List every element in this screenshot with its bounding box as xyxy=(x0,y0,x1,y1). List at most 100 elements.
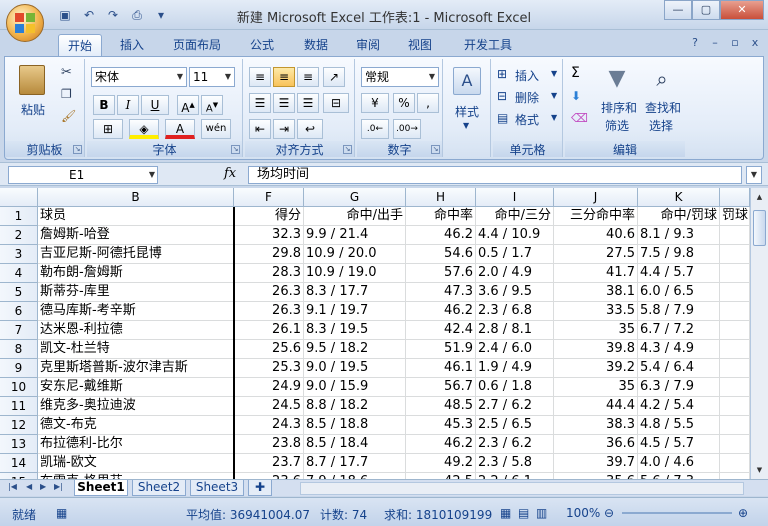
zoom-slider[interactable] xyxy=(622,512,732,514)
styles-button-label[interactable]: 样式 xyxy=(455,103,479,120)
table-cell[interactable]: 46.1 xyxy=(406,359,476,378)
table-cell[interactable]: 46.2 xyxy=(406,226,476,245)
vertical-scrollbar[interactable]: ▲ ▼ xyxy=(750,188,768,479)
fill-color-icon[interactable]: ◈ xyxy=(129,119,159,139)
table-cell[interactable]: 41.7 xyxy=(554,264,638,283)
table-cell[interactable]: 46.2 xyxy=(406,302,476,321)
table-cell[interactable] xyxy=(720,321,750,340)
table-cell[interactable]: 3.6 / 9.5 xyxy=(476,283,554,302)
column-header-g[interactable]: G xyxy=(304,188,406,207)
merge-center-icon[interactable]: ⊟ xyxy=(323,93,349,113)
table-cell[interactable] xyxy=(720,359,750,378)
table-cell[interactable]: 26.3 xyxy=(234,302,304,321)
find-select-label[interactable]: 查找和 xyxy=(645,99,681,116)
row-header[interactable]: 10 xyxy=(0,378,38,397)
header-cell[interactable]: 罚球 xyxy=(720,207,750,226)
table-cell[interactable]: 7.5 / 9.8 xyxy=(638,245,720,264)
table-cell[interactable]: 9.1 / 19.7 xyxy=(304,302,406,321)
column-header-l[interactable] xyxy=(720,188,750,207)
table-cell[interactable]: 9.0 / 19.5 xyxy=(304,359,406,378)
column-header-b[interactable]: B xyxy=(38,188,234,207)
table-cell[interactable]: 40.6 xyxy=(554,226,638,245)
table-cell[interactable]: 25.3 xyxy=(234,359,304,378)
table-cell[interactable] xyxy=(720,340,750,359)
align-right-icon[interactable]: ☰ xyxy=(297,93,319,113)
table-cell[interactable]: 10.9 / 20.0 xyxy=(304,245,406,264)
row-header[interactable]: 12 xyxy=(0,416,38,435)
restore-icon[interactable]: ▫ xyxy=(728,36,742,50)
comma-icon[interactable]: , xyxy=(417,93,439,113)
table-cell[interactable]: 47.3 xyxy=(406,283,476,302)
sort-filter-label[interactable]: 排序和 xyxy=(601,99,637,116)
table-cell[interactable]: 39.7 xyxy=(554,454,638,473)
font-launcher-icon[interactable]: ↘ xyxy=(231,145,240,154)
column-header-j[interactable]: J xyxy=(554,188,638,207)
table-cell[interactable]: 28.3 xyxy=(234,264,304,283)
spreadsheet-grid[interactable]: B F G H I J K 1 球员 得分 命中/出手 命中率 命中/三分 三分命中率 命中/… xyxy=(0,188,768,479)
table-cell[interactable]: 4.5 / 5.7 xyxy=(638,435,720,454)
decrease-decimal-icon[interactable]: .00→ xyxy=(393,119,421,139)
table-cell[interactable]: 44.4 xyxy=(554,397,638,416)
table-cell[interactable]: 0.6 / 1.8 xyxy=(476,378,554,397)
paste-icon[interactable] xyxy=(19,65,45,95)
table-cell[interactable] xyxy=(720,397,750,416)
table-cell[interactable]: 36.6 xyxy=(554,435,638,454)
formula-input[interactable]: 场均时间 xyxy=(248,166,742,184)
last-sheet-icon[interactable]: ▶| xyxy=(54,482,63,491)
table-cell[interactable]: 布拉德利-比尔 xyxy=(38,435,234,454)
expand-formula-icon[interactable]: ▼ xyxy=(746,166,762,184)
increase-decimal-icon[interactable]: .0← xyxy=(361,119,389,139)
alignment-launcher-icon[interactable]: ↘ xyxy=(343,145,352,154)
table-cell[interactable]: 46.2 xyxy=(406,435,476,454)
table-cell[interactable]: 8.5 / 18.4 xyxy=(304,435,406,454)
table-cell[interactable]: 42.4 xyxy=(406,321,476,340)
delete-cells-icon[interactable]: ⊟ xyxy=(497,89,507,103)
sort-filter-label-2[interactable]: 筛选 xyxy=(605,117,629,134)
table-cell[interactable]: 5.8 / 7.9 xyxy=(638,302,720,321)
tab-formulas[interactable]: 公式 xyxy=(240,34,284,56)
table-cell[interactable]: 2.7 / 6.2 xyxy=(476,397,554,416)
scroll-up-icon[interactable]: ▲ xyxy=(753,190,766,204)
insert-cells-icon[interactable]: ⊞ xyxy=(497,67,507,81)
table-cell[interactable]: 2.3 / 5.8 xyxy=(476,454,554,473)
table-cell[interactable]: 0.5 / 1.7 xyxy=(476,245,554,264)
table-cell[interactable]: 35 xyxy=(554,321,638,340)
row-header[interactable]: 4 xyxy=(0,264,38,283)
orientation-icon[interactable]: ↗ xyxy=(323,67,345,87)
borders-icon[interactable]: ⊞ xyxy=(93,119,123,139)
row-header[interactable]: 14 xyxy=(0,454,38,473)
table-cell[interactable]: 33.5 xyxy=(554,302,638,321)
table-cell[interactable]: 4.4 / 5.7 xyxy=(638,264,720,283)
table-cell[interactable]: 35 xyxy=(554,378,638,397)
row-header[interactable]: 11 xyxy=(0,397,38,416)
minimize-button[interactable]: — xyxy=(664,0,692,20)
page-break-view-icon[interactable]: ▥ xyxy=(536,506,547,520)
table-cell[interactable]: 6.3 / 7.9 xyxy=(638,378,720,397)
shrink-font-icon[interactable]: A▼ xyxy=(201,95,223,115)
select-all-corner[interactable] xyxy=(0,188,38,207)
table-cell[interactable] xyxy=(720,264,750,283)
format-cells-button[interactable]: 格式 xyxy=(515,111,539,128)
row-header[interactable]: 1 xyxy=(0,207,38,226)
scroll-down-icon[interactable]: ▼ xyxy=(753,463,766,477)
table-cell[interactable]: 8.7 / 17.7 xyxy=(304,454,406,473)
font-size-select[interactable]: 11 ▼ xyxy=(189,67,235,87)
table-cell[interactable]: 8.3 / 19.5 xyxy=(304,321,406,340)
align-left-icon[interactable]: ☰ xyxy=(249,93,271,113)
table-cell[interactable]: 26.1 xyxy=(234,321,304,340)
table-cell[interactable]: 1.9 / 4.9 xyxy=(476,359,554,378)
table-cell[interactable]: 9.5 / 18.2 xyxy=(304,340,406,359)
table-cell[interactable]: 2.3 / 6.8 xyxy=(476,302,554,321)
table-cell[interactable]: 5.4 / 6.4 xyxy=(638,359,720,378)
table-cell[interactable] xyxy=(720,416,750,435)
row-header[interactable]: 3 xyxy=(0,245,38,264)
styles-icon[interactable]: A xyxy=(453,67,481,95)
scroll-thumb[interactable] xyxy=(753,210,766,246)
table-cell[interactable]: 45.3 xyxy=(406,416,476,435)
currency-icon[interactable]: ¥ xyxy=(361,93,389,113)
table-cell[interactable]: 8.5 / 18.8 xyxy=(304,416,406,435)
table-cell[interactable]: 4.0 / 4.6 xyxy=(638,454,720,473)
table-cell[interactable]: 49.2 xyxy=(406,454,476,473)
header-cell[interactable]: 命中/出手 xyxy=(304,207,406,226)
sheet-tab-sheet1[interactable]: Sheet1 xyxy=(74,480,128,496)
